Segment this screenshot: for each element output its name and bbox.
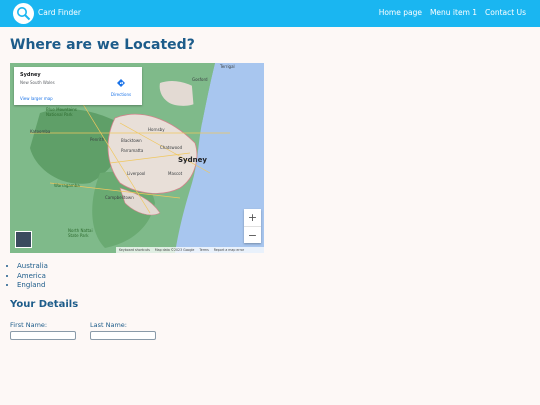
street-view-thumbnail[interactable] [15,231,32,248]
terms-link[interactable]: Terms [199,248,208,252]
map-label-mascot: Mascot [168,171,183,176]
map-label-blacktown: Blacktown [121,138,142,143]
map-label-terrigal: Terrigal [220,64,235,69]
list-item: America [17,272,48,282]
map-label-campbelltown: Campbelltown [105,195,134,200]
map-label-warragamba: Warragamba [54,183,80,188]
report-error-link[interactable]: Report a map error [214,248,244,252]
last-name-label: Last Name: [90,321,127,329]
magnifier-icon [17,7,31,21]
map-label-chatswood: Chatswood [160,145,183,150]
view-larger-map-link[interactable]: View larger map [20,96,53,101]
keyboard-shortcuts-link[interactable]: Keyboard shortcuts [119,248,150,252]
list-item: England [17,281,48,291]
map-footer: Keyboard shortcuts Map data ©2023 Google… [116,247,264,253]
map-place-name: Sydney [20,72,41,78]
last-name-field[interactable] [90,331,156,340]
nav-home[interactable]: Home page [379,8,422,17]
map-info-card: Sydney New South Wales View larger map D… [14,67,142,105]
country-list: Australia America England [17,262,48,291]
brand-name[interactable]: Card Finder [38,8,81,17]
list-item: Australia [17,262,48,272]
nav-contact-us[interactable]: Contact Us [485,8,526,17]
map-label-penrith: Penrith [90,137,105,142]
first-name-label: First Name: [10,321,48,329]
zoom-out-button[interactable]: − [244,226,261,244]
directions-icon [117,79,125,87]
map-label-liverpool: Liverpool [127,171,146,176]
page-title: Where are we Located? [10,37,195,53]
zoom-in-button[interactable]: + [244,209,261,226]
nav-links: Home page Menu item 1 Contact Us [379,8,526,17]
nav-menu-item-1[interactable]: Menu item 1 [430,8,477,17]
directions-button[interactable]: Directions [108,72,134,97]
first-name-field[interactable] [10,331,76,340]
directions-label: Directions [110,92,132,97]
map-place-region: New South Wales [20,80,55,85]
map-label-sydney: Sydney [178,156,207,164]
map-label-hornsby: Hornsby [148,127,165,132]
map-label-north-nattai: North Nattai State Park [68,228,93,238]
details-heading: Your Details [10,299,79,310]
logo[interactable] [13,3,34,24]
map-label-katoomba: Katoomba [30,129,51,134]
zoom-controls: + − [244,209,261,243]
embedded-map[interactable]: Sydney New South Wales View larger map D… [10,63,264,253]
navbar: Card Finder Home page Menu item 1 Contac… [0,0,540,27]
map-data-credit: Map data ©2023 Google [154,248,195,252]
map-label-parramatta: Parramatta [121,148,144,153]
map-label-blue-mountains: Blue Mountains National Park [46,107,77,117]
map-label-gosford: Gosford [192,77,208,82]
